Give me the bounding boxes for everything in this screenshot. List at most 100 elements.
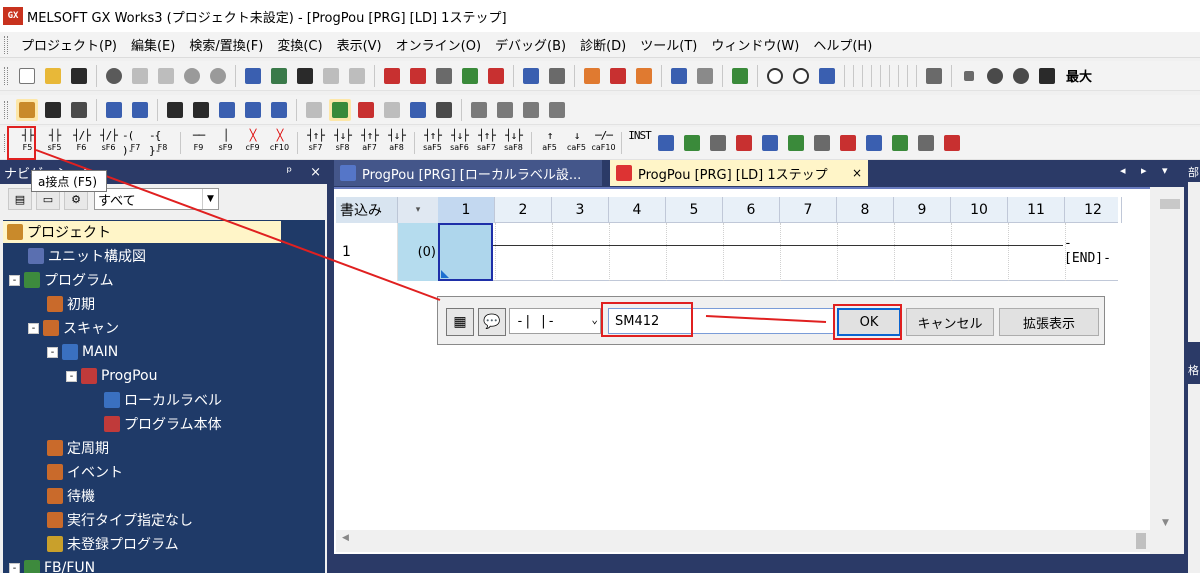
replace-icon[interactable] — [346, 65, 368, 87]
xy-mode-icon[interactable] — [355, 99, 377, 121]
stop-icon[interactable] — [958, 65, 980, 87]
check-icon[interactable] — [984, 65, 1006, 87]
fkey-button[interactable]: ┤↓├ saF6 — [446, 128, 473, 158]
scroll-left-icon[interactable]: ◀ — [342, 533, 349, 543]
ladder-tool-icon[interactable] — [941, 132, 963, 154]
ladder-tool-icon[interactable] — [837, 132, 859, 154]
device-memory-icon[interactable] — [42, 99, 64, 121]
copy-icon[interactable] — [129, 65, 151, 87]
dev-list-icon[interactable] — [242, 99, 264, 121]
menu-grip[interactable] — [4, 35, 8, 54]
sampling-icon[interactable] — [923, 65, 945, 87]
write-to-plc-icon[interactable] — [381, 65, 403, 87]
filter-select[interactable]: すべて ▼ — [94, 188, 219, 210]
monitor-stop-icon[interactable] — [546, 65, 568, 87]
zoom-in-icon[interactable] — [764, 65, 786, 87]
tree-item[interactable]: - ProgPou — [66, 365, 157, 387]
fkey-button[interactable]: ┤↑├ aF7 — [356, 128, 383, 158]
tree-item[interactable]: 実行タイプ指定なし — [47, 509, 193, 531]
tree-item[interactable]: イベント — [47, 461, 123, 483]
scroll-down-icon[interactable]: ▼ — [1162, 518, 1169, 528]
simulator-stop-icon[interactable] — [694, 65, 716, 87]
fkey-button[interactable]: ┤├ sF5 — [41, 128, 68, 158]
simulator-start-icon[interactable] — [668, 65, 690, 87]
write-mode-icon[interactable] — [329, 98, 351, 121]
tree-item[interactable]: 待機 — [47, 485, 95, 507]
instruction-select[interactable]: -| |- ⌄ — [509, 308, 601, 334]
menu-project[interactable]: プロジェクト(P) — [14, 33, 124, 56]
verify-plc-icon[interactable] — [433, 65, 455, 87]
dev-select-icon[interactable] — [216, 99, 238, 121]
fkey-button[interactable]: ┤↑├ sF7 — [302, 128, 329, 158]
table-icon[interactable] — [520, 99, 542, 121]
device-batch-icon[interactable] — [268, 65, 290, 87]
collapse-toggle-icon[interactable]: - — [9, 274, 20, 286]
ladder-tool-icon[interactable] — [863, 132, 885, 154]
close-icon[interactable]: × — [852, 166, 862, 180]
find-replace-icon[interactable] — [190, 99, 212, 121]
remote-run-icon[interactable] — [459, 65, 481, 87]
menu-find-replace[interactable]: 検索/置換(F) — [182, 33, 270, 56]
tree-item[interactable]: ユニット構成図 — [28, 245, 146, 267]
menu-window[interactable]: ウィンドウ(W) — [704, 33, 806, 56]
collapse-toggle-icon[interactable]: - — [9, 562, 20, 573]
ladder-tool-icon[interactable] — [889, 132, 911, 154]
toolbar-grip[interactable] — [4, 66, 8, 85]
ladder-tool-icon[interactable] — [785, 132, 807, 154]
tree-item[interactable]: - スキャン — [28, 317, 119, 339]
open-folder-icon[interactable] — [42, 65, 64, 87]
toolbar-grip[interactable] — [4, 100, 8, 119]
fkey-button[interactable]: ─/─ caF10 — [590, 128, 617, 158]
menu-edit[interactable]: 編集(E) — [124, 33, 182, 56]
comment-icon[interactable]: 💬 — [478, 308, 506, 336]
tab-local-label[interactable]: ProgPou [PRG] [ローカルラベル設... — [334, 160, 602, 186]
columns-icon[interactable] — [494, 99, 516, 121]
zoom-out-icon[interactable] — [790, 65, 812, 87]
convert-icon[interactable] — [607, 65, 629, 87]
fkey-button[interactable]: │ sF9 — [212, 128, 239, 158]
check-all-icon[interactable] — [1010, 65, 1032, 87]
fkey-button[interactable]: ┤/├ F6 — [68, 128, 95, 158]
scroll-thumb[interactable] — [1160, 199, 1180, 209]
horizontal-scrollbar[interactable]: ◀ — [336, 530, 1150, 552]
instruction-list-icon[interactable]: ▦ — [446, 308, 474, 336]
dev-batch-icon[interactable] — [268, 99, 290, 121]
flag-icon[interactable] — [1036, 65, 1058, 87]
binoculars-icon[interactable] — [164, 99, 186, 121]
module-icon[interactable] — [68, 99, 90, 121]
window-icon[interactable] — [103, 99, 125, 121]
tree-item[interactable]: - プログラム — [9, 269, 114, 291]
fkey-button[interactable]: ┤↑├ saF5 — [419, 128, 446, 158]
bookmark-icon[interactable] — [546, 99, 568, 121]
chevron-down-icon[interactable]: ▼ — [202, 189, 218, 209]
read-mode-icon[interactable] — [303, 99, 325, 121]
menu-convert[interactable]: 変換(C) — [270, 33, 329, 56]
list-view-icon[interactable] — [468, 99, 490, 121]
fkey-button[interactable]: ╳ cF9 — [239, 128, 266, 158]
fkey-button[interactable]: ┤/├ sF6 — [95, 128, 122, 158]
redo-icon[interactable] — [207, 65, 229, 87]
cut-icon[interactable] — [103, 65, 125, 87]
sort-icon[interactable]: ▤ — [8, 188, 32, 210]
online-change-icon[interactable] — [581, 65, 603, 87]
read-from-plc-icon[interactable] — [407, 65, 429, 87]
tree-item[interactable]: 未登録プログラム — [47, 533, 179, 555]
ladder-tool-icon[interactable] — [681, 132, 703, 154]
tree-item[interactable]: - FB/FUN — [9, 557, 95, 573]
fkey-button[interactable]: INST — [626, 128, 653, 158]
ladder-rung[interactable]: 1 (0) -[END]- — [336, 223, 1118, 281]
tab-ladder[interactable]: ProgPou [PRG] [LD] 1ステップ × — [610, 160, 868, 186]
fkey-button[interactable]: ↑ aF5 — [536, 128, 563, 158]
fkey-button[interactable]: -( )- F7 — [122, 128, 149, 158]
ladder-cursor[interactable] — [438, 223, 493, 281]
collapse-toggle-icon[interactable]: - — [47, 346, 58, 358]
fkey-button[interactable]: ┤↓├ saF8 — [500, 128, 527, 158]
comment-edit-icon[interactable] — [381, 99, 403, 121]
menu-tool[interactable]: ツール(T) — [633, 33, 704, 56]
tree-item[interactable]: プロジェクト — [3, 221, 281, 243]
monitor-icon[interactable] — [520, 65, 542, 87]
window-split-icon[interactable] — [129, 99, 151, 121]
menu-online[interactable]: オンライン(O) — [389, 33, 488, 56]
vertical-scrollbar[interactable]: ▼ — [1150, 187, 1184, 554]
find-icon[interactable] — [320, 65, 342, 87]
